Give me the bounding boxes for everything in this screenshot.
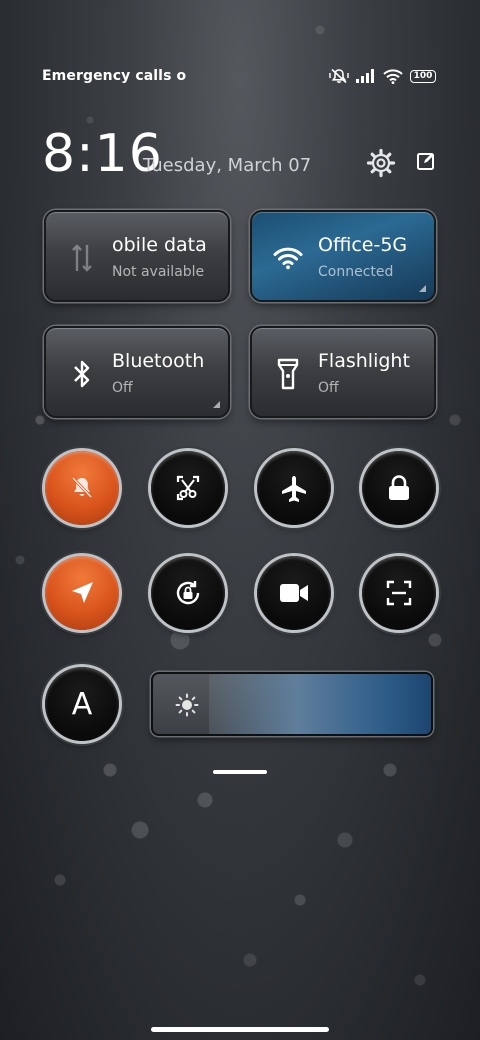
gesture-navigation-bar[interactable] [151,1027,329,1032]
date-text: Tuesday, March 07 [143,155,312,176]
video-camera-icon [279,582,309,604]
status-icons: 100 [329,68,436,84]
flashlight-status: Off [318,380,339,396]
mute-vibrate-icon [329,68,349,84]
wifi-tile[interactable]: Office-5G Connected [250,210,436,302]
expand-corner-icon[interactable] [419,285,426,292]
letter-a-icon: A [71,686,93,722]
bluetooth-icon [66,358,98,390]
wifi-icon [383,68,403,84]
auto-brightness-toggle[interactable]: A [45,667,119,741]
wifi-status: Connected [318,264,394,280]
bell-off-icon [69,475,95,501]
lock-icon [387,474,411,502]
bluetooth-status: Off [112,380,133,396]
screen-record-toggle[interactable] [257,556,331,630]
scanner-toggle[interactable] [362,556,436,630]
airplane-mode-toggle[interactable] [257,451,331,525]
lock-screen-toggle[interactable] [362,451,436,525]
screenshot-toggle[interactable] [151,451,225,525]
signal-icon [356,69,376,83]
battery-icon: 100 [410,69,436,83]
rotation-lock-icon [173,578,203,608]
mobile-data-title: obile data [112,234,207,256]
scan-icon [385,579,413,607]
mobile-data-icon [66,242,98,274]
wifi-icon [272,242,304,274]
location-arrow-icon [69,580,95,606]
location-toggle[interactable] [45,556,119,630]
flashlight-icon [272,358,304,390]
emergency-calls-text: Emergency calls o [42,68,187,84]
panel-drag-handle[interactable] [213,770,267,774]
bluetooth-tile[interactable]: Bluetooth Off [44,326,230,418]
brightness-level-fill [208,674,431,734]
edit-icon[interactable] [416,151,436,175]
expand-corner-icon[interactable] [213,401,220,408]
status-bar: Emergency calls o 100 [42,66,436,86]
silent-mode-toggle[interactable] [45,451,119,525]
flashlight-tile[interactable]: Flashlight Off [250,326,436,418]
clock-row: 8:16 Tuesday, March 07 [42,124,436,184]
flashlight-title: Flashlight [318,350,410,372]
mobile-data-status: Not available [112,264,205,280]
airplane-icon [280,474,308,502]
screenshot-icon [174,474,202,502]
mobile-data-tile[interactable]: obile data Not available [44,210,230,302]
brightness-slider[interactable] [151,672,433,736]
settings-gear-icon[interactable] [366,148,396,182]
bluetooth-title: Bluetooth [112,350,205,372]
rotation-lock-toggle[interactable] [151,556,225,630]
sun-icon [175,693,199,721]
wifi-network-name: Office-5G [318,234,408,256]
